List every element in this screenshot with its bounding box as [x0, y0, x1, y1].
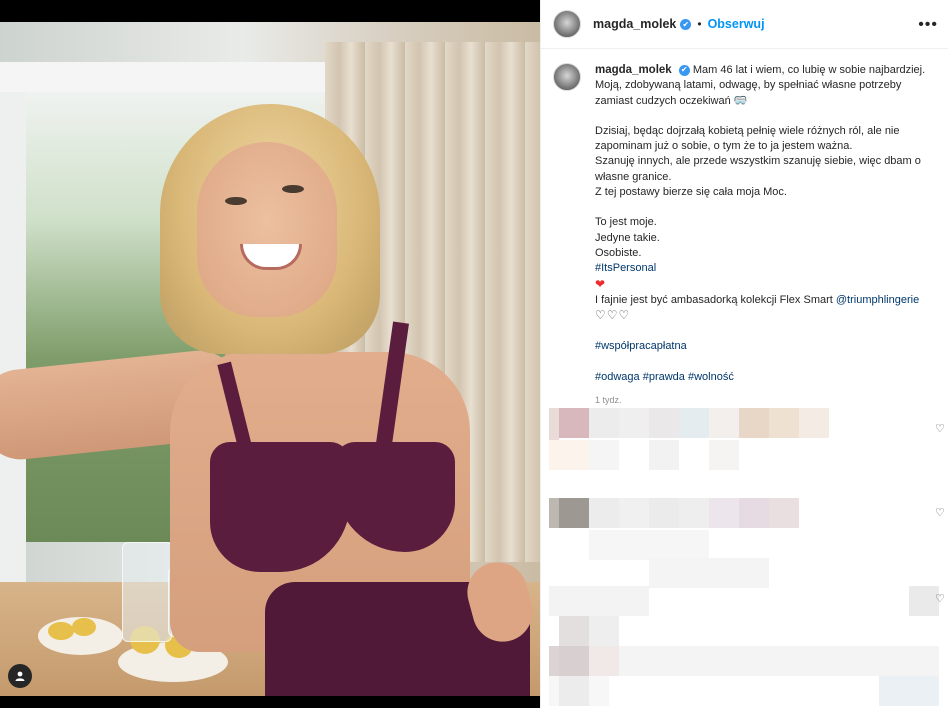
pixel-block — [649, 440, 679, 470]
photo-window-post — [0, 92, 26, 612]
photo-lemon — [48, 622, 74, 640]
post-caption: magda_molek ✔ Mam 46 lat i wiem, co lubi… — [541, 49, 948, 408]
pixel-block — [589, 646, 619, 676]
caption-text: I fajnie jest być ambasadorką kolekcji F… — [595, 293, 836, 306]
pixel-block — [769, 408, 799, 438]
comment-like-icon[interactable]: ♡ — [935, 422, 945, 435]
pixel-block — [589, 498, 619, 528]
pixel-block — [589, 530, 709, 560]
mention-link[interactable]: @triumphlingerie — [836, 294, 919, 306]
caption-text: To jest moje. — [595, 216, 657, 229]
comment-like-icon[interactable]: ♡ — [935, 592, 945, 605]
post-timestamp[interactable]: 1 tydz. — [595, 393, 934, 408]
hashtag-link[interactable]: #współpracapłatna — [595, 340, 687, 352]
hashtag-link[interactable]: #wolność — [688, 371, 734, 383]
pixel-block — [649, 408, 679, 438]
user-silhouette-icon — [15, 671, 25, 681]
verified-badge-icon: ✔ — [680, 18, 692, 30]
pixel-block — [649, 558, 769, 588]
photo-eye-left — [225, 197, 247, 205]
pixel-block — [559, 408, 589, 438]
caption-text: Dzisiaj, będąc dojrzałą kobietą pełnię w… — [595, 124, 900, 153]
pixel-block — [709, 440, 739, 470]
pixel-block — [619, 498, 649, 528]
header-username[interactable]: magda_molek — [593, 17, 676, 31]
pixel-block — [559, 646, 589, 676]
post-photo[interactable] — [0, 22, 540, 696]
pixel-block — [879, 676, 939, 706]
pixel-block — [589, 440, 619, 470]
red-heart-icon: ❤ — [595, 276, 606, 291]
pixel-block — [679, 408, 709, 438]
post-media-frame — [0, 0, 540, 708]
pixel-block — [559, 676, 589, 706]
post-header: magda_molek ✔ • Obserwuj ••• — [541, 0, 948, 49]
pixel-block — [709, 408, 739, 438]
comment-like-icon[interactable]: ♡ — [935, 506, 945, 519]
pixel-block — [649, 498, 679, 528]
comments-pixelated-region: ♡ ♡ ♡ — [549, 408, 948, 708]
follow-button[interactable]: Obserwuj — [708, 17, 765, 31]
caption-avatar[interactable] — [553, 63, 581, 91]
pixel-block — [709, 498, 739, 528]
pixel-block — [559, 498, 589, 528]
pixel-block — [769, 498, 799, 528]
user-tag-icon[interactable] — [8, 664, 32, 688]
hashtag-link[interactable]: #prawda — [643, 371, 685, 383]
caption-text: Szanuję innych, ale przede wszystkim sza… — [595, 155, 921, 183]
caption-text: Osobiste. — [595, 246, 642, 259]
hashtag-link[interactable]: #ItsPersonal — [595, 262, 656, 274]
pixel-block — [799, 408, 829, 438]
pixel-block — [549, 408, 559, 440]
pixel-block — [549, 498, 559, 528]
verified-badge-icon: ✔ — [678, 64, 690, 76]
pixel-block — [559, 616, 589, 646]
pixel-block — [549, 440, 589, 470]
pixel-block — [679, 498, 709, 528]
photo-window-frame — [0, 62, 340, 92]
pixel-block — [549, 586, 649, 616]
header-separator: • — [697, 17, 702, 31]
photo-glass — [122, 542, 172, 642]
caption-text: Jedyne takie. — [595, 231, 660, 244]
pixel-block — [739, 498, 769, 528]
hashtag-link[interactable]: #odwaga — [595, 371, 640, 383]
photo-lemon — [72, 618, 96, 636]
pixel-block — [739, 408, 769, 438]
pixel-block — [619, 408, 649, 438]
pixel-block — [589, 408, 619, 438]
caption-text: Z tej postawy bierze się cała moja Moc. — [595, 186, 787, 199]
pixel-block — [549, 646, 559, 676]
outline-hearts-icon: ♡♡♡ — [595, 308, 631, 323]
photo-face — [197, 142, 337, 317]
caption-body: magda_molek ✔ Mam 46 lat i wiem, co lubi… — [595, 63, 934, 408]
avatar[interactable] — [553, 10, 581, 38]
post-side-panel: magda_molek ✔ • Obserwuj ••• magda_molek… — [540, 0, 948, 708]
pixel-block — [619, 646, 939, 676]
photo-eye-right — [282, 185, 304, 193]
caption-username[interactable]: magda_molek — [595, 64, 672, 76]
more-options-icon[interactable]: ••• — [918, 16, 938, 34]
